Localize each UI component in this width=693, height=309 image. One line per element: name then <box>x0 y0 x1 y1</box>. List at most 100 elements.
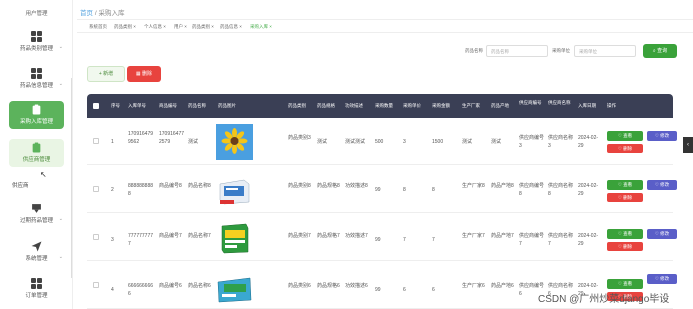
cell-supplier-no: 供应商编号7 <box>519 233 545 247</box>
sidebar-item-supplier[interactable]: 供应商管理 <box>9 139 64 167</box>
drug-image <box>216 272 253 308</box>
sidebar-item-expired[interactable]: 过期药品管理 ⌄ <box>9 200 64 228</box>
cell-price: 7 <box>403 237 406 243</box>
cell-goods-no: 1709164772579 <box>159 131 185 145</box>
select-all-checkbox[interactable] <box>93 103 99 109</box>
search-name-label: 药品名称 <box>465 48 483 53</box>
breadcrumb: 首页 / 采购入库 <box>80 7 124 17</box>
cell-price: 8 <box>403 187 406 193</box>
cell-supplier-no: 供应商编号8 <box>519 183 545 197</box>
cell-category: 药品类别8 <box>288 183 311 189</box>
sidebar-item-label: 药品类别管理 <box>19 46 53 52</box>
drug-image <box>216 124 253 160</box>
clipboard-icon <box>32 104 41 115</box>
batch-delete-label: 删除 <box>142 71 153 77</box>
batch-delete-button[interactable]: ▦ 删除 <box>127 66 161 82</box>
table-header-cell: 药品类别 <box>288 103 306 108</box>
cell-order-no: 6666666666 <box>128 283 154 297</box>
tab-drug-info[interactable]: 药品信息 × <box>220 24 242 30</box>
add-button[interactable]: + 新增 <box>87 66 125 82</box>
sidebar: 用户管理 药品类别管理 ⌄ 药品信息管理 ⌄ 采购入库管理 供应商管理 供应商 … <box>0 0 73 309</box>
cell-qty: 99 <box>375 187 381 193</box>
drug-image <box>216 220 253 256</box>
search-button-label: 查询 <box>657 48 668 54</box>
delete-button[interactable]: ♡ 删除 <box>607 242 643 251</box>
sidebar-item-system[interactable]: 系统管理 ⌄ <box>9 238 64 266</box>
table-header-cell: 药品规格 <box>317 103 335 108</box>
delete-button[interactable]: ♡ 删除 <box>607 193 643 202</box>
tab-drug-category[interactable]: 药品类别 × <box>114 24 136 30</box>
tab-users[interactable]: 用户 × <box>174 24 187 30</box>
mouse-cursor-icon: ↖ <box>40 170 47 179</box>
edit-button[interactable]: ♡ 修改 <box>647 274 677 284</box>
cell-qty: 500 <box>375 139 384 145</box>
table-header-cell: 采购单价 <box>403 103 421 108</box>
view-button[interactable]: ♡ 查看 <box>607 279 643 289</box>
cell-goods-no: 商品编号6 <box>159 283 182 289</box>
cell-supplier-name: 供应商名称3 <box>548 135 574 149</box>
cell-price: 6 <box>403 287 406 293</box>
table-header-cell: 药品图片 <box>218 103 236 108</box>
row-checkbox[interactable] <box>93 138 99 144</box>
cell-amount: 1500 <box>432 139 444 145</box>
cell-maker: 生产厂家7 <box>462 233 485 239</box>
view-button[interactable]: ♡ 查看 <box>607 131 643 141</box>
sidebar-item-label: 订单管理 <box>25 293 48 299</box>
chevron-down-icon: ⌄ <box>58 216 63 222</box>
table-row: 2 8888888888 商品编号8 药品名称8 药品类别8 药品规格8 功效描… <box>87 166 677 213</box>
sidebar-item-purchase[interactable]: 采购入库管理 <box>9 101 64 129</box>
edit-button[interactable]: ♡ 修改 <box>647 180 677 190</box>
sidebar-subitem-supplier[interactable]: 供应商 <box>12 181 29 189</box>
search-unit-label: 采购单位 <box>552 48 570 53</box>
collapse-handle[interactable]: ‹ <box>683 137 693 153</box>
search-button[interactable]: ⌕ 查询 <box>643 44 677 58</box>
sidebar-item-drug-info[interactable]: 药品信息管理 ⌄ <box>9 65 64 93</box>
sidebar-item-users[interactable]: 用户管理 <box>0 9 72 17</box>
row-checkbox[interactable] <box>93 186 99 192</box>
table-header-cell: 入库单号 <box>128 103 146 108</box>
delete-button[interactable]: ♡ 删除 <box>607 144 643 153</box>
row-checkbox[interactable] <box>93 282 99 288</box>
search-name-input[interactable]: 药品名称 <box>486 45 548 57</box>
chevron-down-icon: ⌄ <box>58 81 63 87</box>
grid-icon <box>31 31 42 42</box>
sidebar-item-drug-category[interactable]: 药品类别管理 ⌄ <box>9 28 64 56</box>
tab-purchase[interactable]: 采购入库 × <box>250 24 272 30</box>
breadcrumb-home[interactable]: 首页 <box>80 10 93 17</box>
cell-order-no: 8888888888 <box>128 183 154 197</box>
grid-icon <box>31 68 42 79</box>
view-button[interactable]: ♡ 查看 <box>607 229 643 239</box>
watermark: CSDN @广州炒菜django毕设 <box>538 294 670 305</box>
cell-supplier-no: 供应商编号3 <box>519 135 545 149</box>
cell-index: 3 <box>111 237 114 243</box>
cell-index: 2 <box>111 187 114 193</box>
table-header-cell: 生产厂家 <box>462 103 480 108</box>
tab-home[interactable]: 系统首页 <box>89 24 107 30</box>
grid-icon <box>31 278 42 289</box>
search-unit-input[interactable]: 采购单位 <box>574 45 636 57</box>
tab-profile[interactable]: 个人信息 × <box>144 24 166 30</box>
sidebar-item-label: 采购入库管理 <box>19 119 53 125</box>
row-checkbox[interactable] <box>93 234 99 240</box>
chevron-down-icon: ⌄ <box>58 44 63 50</box>
cell-goods-no: 商品编号8 <box>159 183 182 189</box>
sidebar-item-orders[interactable]: 订单管理 <box>9 275 64 303</box>
table-header-cell: 药品名称 <box>188 103 206 108</box>
table-row: 3 7777777777 商品编号7 药品名称7 药品类别7 药品规格7 功效描… <box>87 214 677 261</box>
edit-button[interactable]: ♡ 修改 <box>647 131 677 141</box>
edit-button[interactable]: ♡ 修改 <box>647 229 677 239</box>
cell-maker: 测试 <box>462 139 473 145</box>
cell-effect: 功效描述7 <box>345 233 368 239</box>
view-button[interactable]: ♡ 查看 <box>607 180 643 190</box>
chevron-down-icon: ⌄ <box>58 254 63 260</box>
cell-origin: 药品产地7 <box>491 233 514 239</box>
sidebar-scrollbar[interactable] <box>71 78 72 278</box>
cell-origin: 药品产地6 <box>491 283 514 289</box>
bookmark-icon <box>32 204 41 213</box>
cell-amount: 6 <box>432 287 435 293</box>
app-window: 用户管理 药品类别管理 ⌄ 药品信息管理 ⌄ 采购入库管理 供应商管理 供应商 … <box>0 0 693 309</box>
tab-drug-category-2[interactable]: 药品类别 × <box>192 24 214 30</box>
cell-spec: 药品规格6 <box>317 283 340 289</box>
cell-amount: 7 <box>432 237 435 243</box>
cell-maker: 生产厂家8 <box>462 183 485 189</box>
